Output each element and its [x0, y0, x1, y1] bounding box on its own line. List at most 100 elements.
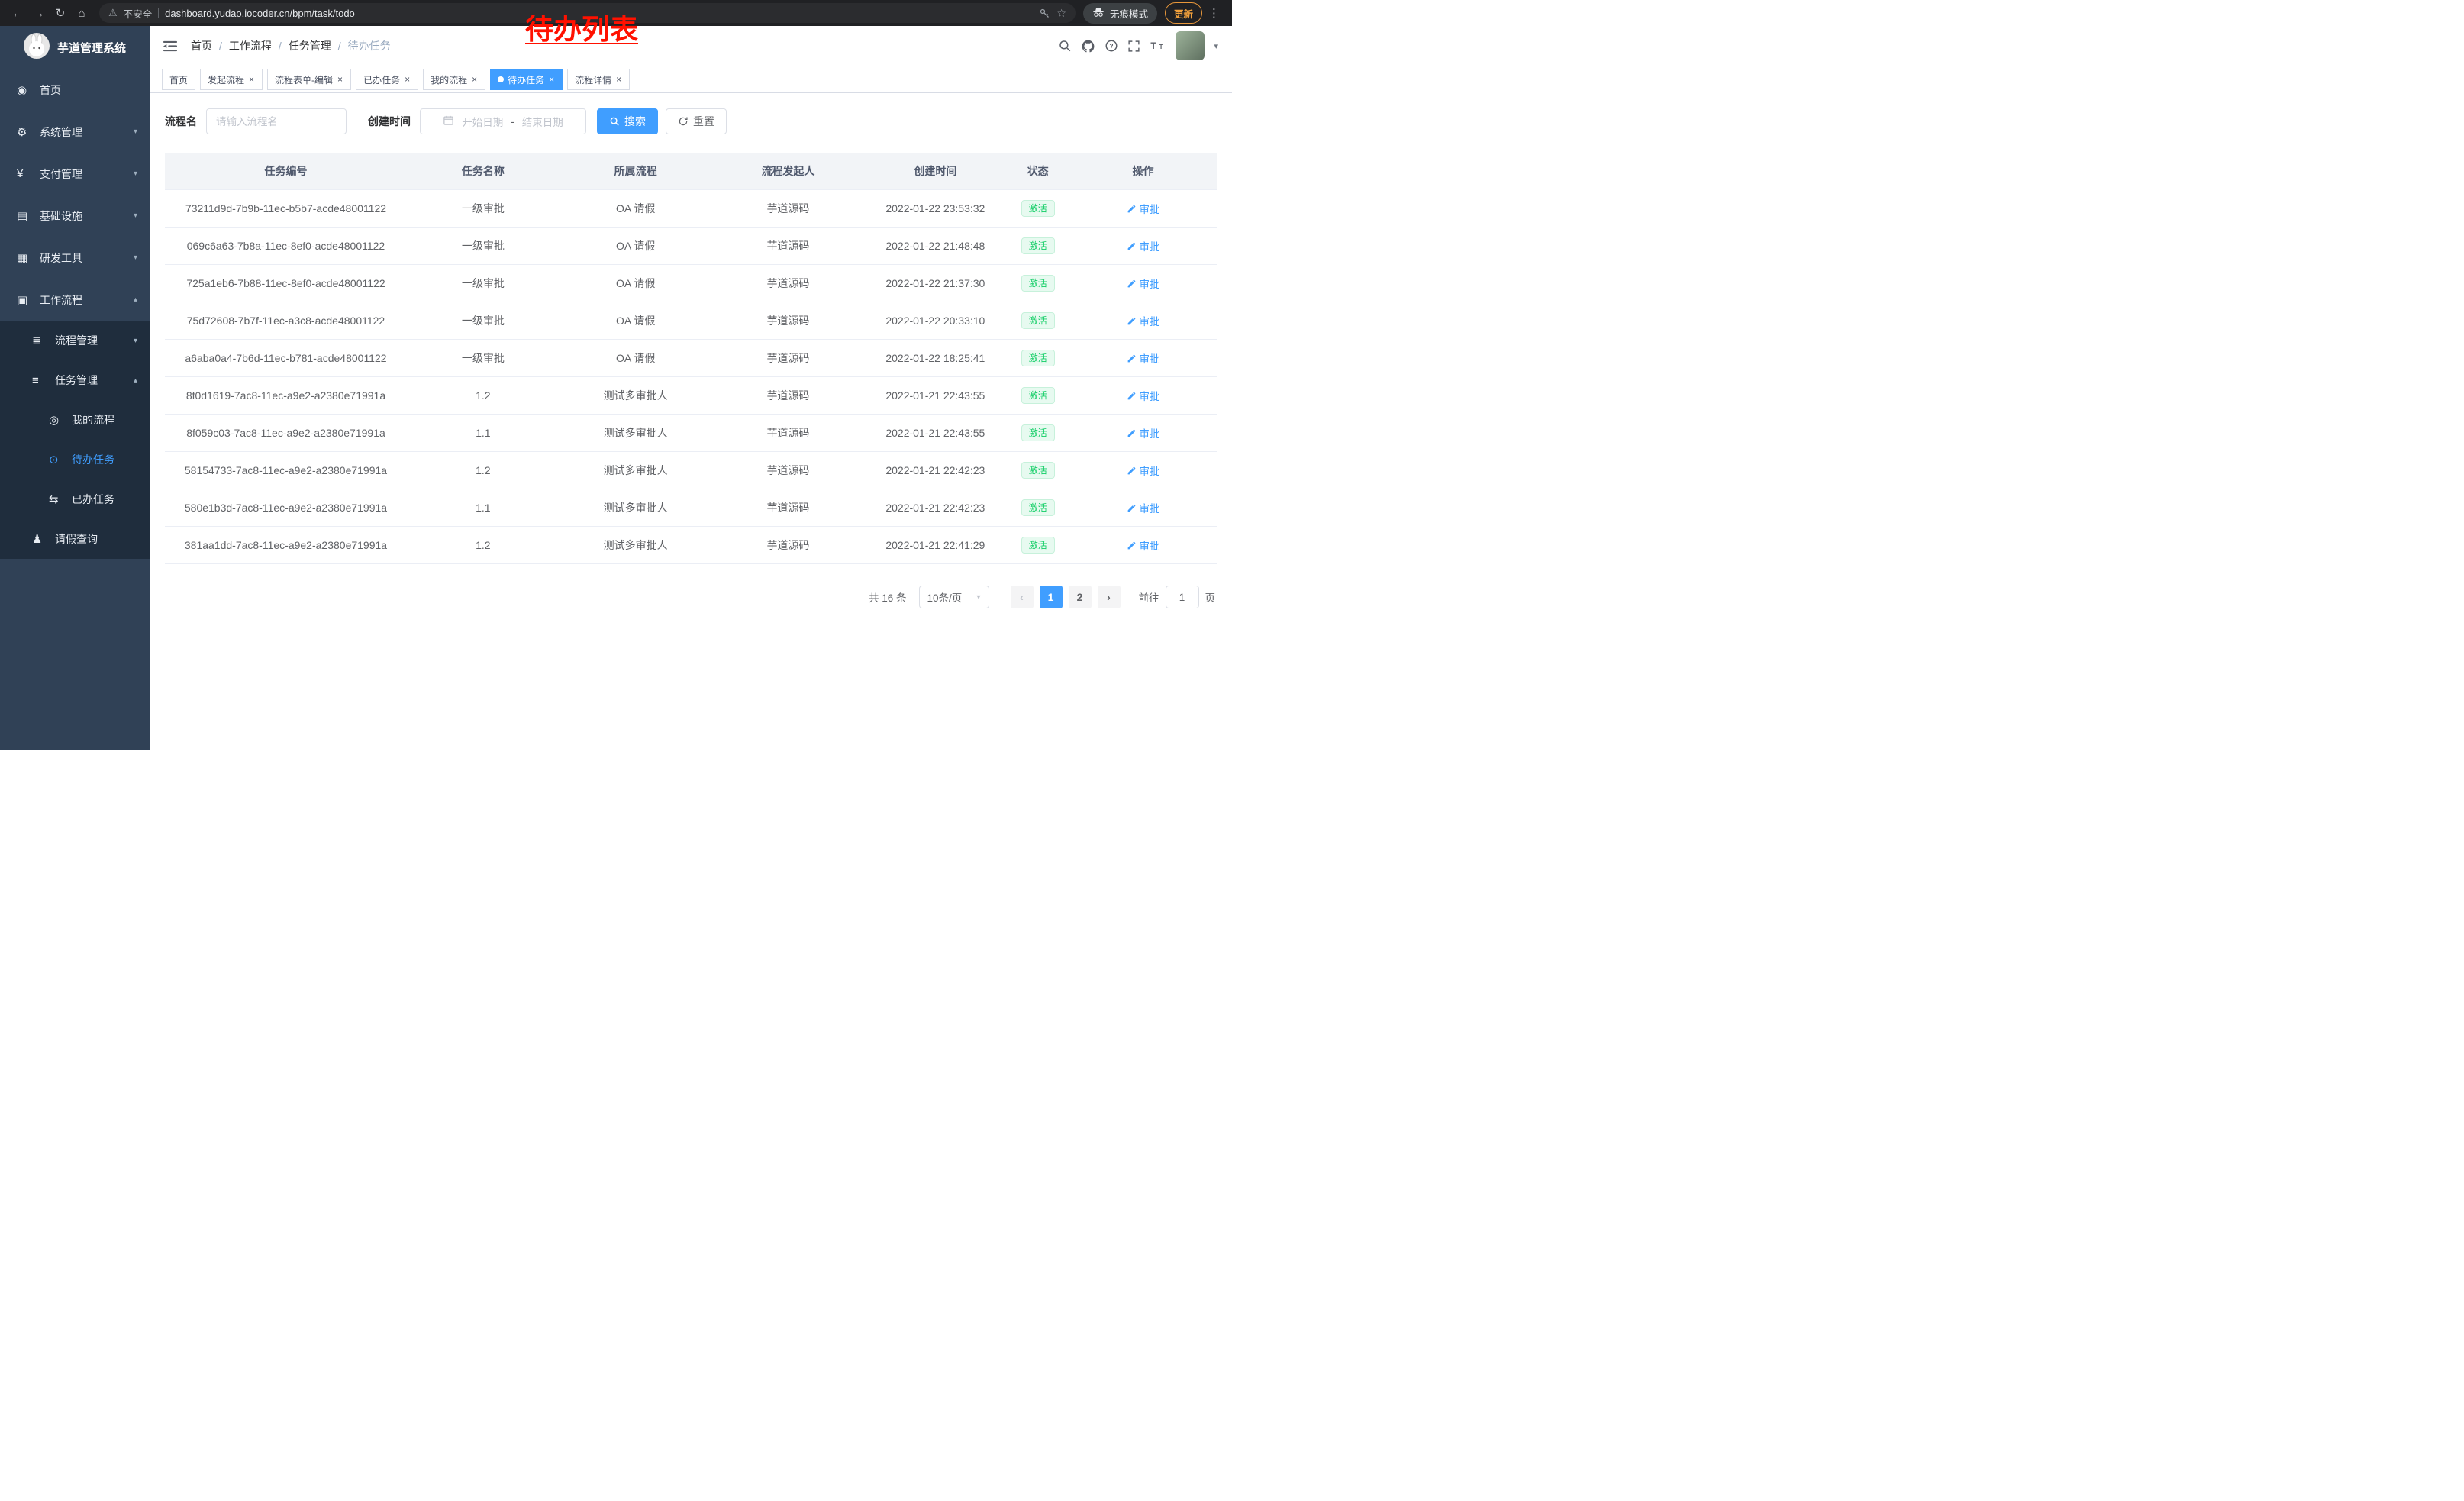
status-badge: 激活: [1021, 424, 1055, 441]
reset-button[interactable]: 重置: [666, 108, 727, 134]
tab-todo-tasks[interactable]: 待办任务 ×: [490, 69, 563, 90]
breadcrumb-task-management[interactable]: 任务管理: [289, 38, 331, 53]
sidebar-item-infrastructure[interactable]: ▤ 基础设施 ▾: [0, 195, 150, 237]
close-icon[interactable]: ×: [404, 75, 411, 84]
svg-text:?: ?: [1110, 43, 1114, 50]
sidebar-item-system[interactable]: ⚙ 系统管理 ▾: [0, 111, 150, 153]
close-icon[interactable]: ×: [471, 75, 478, 84]
sidebar-item-my-processes[interactable]: ◎ 我的流程: [0, 400, 150, 440]
tab-form-edit[interactable]: 流程表单-编辑 ×: [267, 69, 351, 90]
sidebar-item-done-tasks[interactable]: ⇆ 已办任务: [0, 479, 150, 519]
approve-link[interactable]: 审批: [1127, 463, 1160, 478]
sidebar-item-home[interactable]: ◉ 首页: [0, 69, 150, 111]
sidebar-item-label: 工作流程: [40, 292, 134, 308]
next-page-button[interactable]: ›: [1098, 586, 1121, 608]
sidebar-item-task-management[interactable]: ≡ 任务管理 ▴: [0, 360, 150, 400]
close-icon[interactable]: ×: [615, 75, 622, 84]
forward-icon[interactable]: →: [29, 3, 49, 23]
date-range-picker[interactable]: 开始日期 - 结束日期: [420, 108, 586, 134]
approve-link[interactable]: 审批: [1127, 201, 1160, 216]
approve-link[interactable]: 审批: [1127, 276, 1160, 291]
close-icon[interactable]: ×: [248, 75, 255, 84]
back-icon[interactable]: ←: [8, 3, 27, 23]
security-label[interactable]: 不安全: [124, 6, 153, 21]
sidebar-item-workflow[interactable]: ▣ 工作流程 ▴: [0, 279, 150, 321]
approve-link[interactable]: 审批: [1127, 238, 1160, 253]
sidebar-item-label: 研发工具: [40, 250, 134, 266]
process: 测试多审批人: [560, 527, 712, 564]
help-icon[interactable]: ?: [1105, 39, 1118, 53]
process: 测试多审批人: [560, 452, 712, 489]
prev-page-button[interactable]: ‹: [1011, 586, 1034, 608]
breadcrumb-workflow[interactable]: 工作流程: [229, 38, 272, 53]
approve-link[interactable]: 审批: [1127, 537, 1160, 553]
tab-start-process[interactable]: 发起流程 ×: [200, 69, 263, 90]
initiator: 芋道源码: [712, 340, 865, 377]
tab-label: 发起流程: [208, 73, 244, 86]
initiator: 芋道源码: [712, 190, 865, 228]
sidebar-item-devtools[interactable]: ▦ 研发工具 ▾: [0, 237, 150, 279]
sidebar-item-todo-tasks[interactable]: ⊙ 待办任务: [0, 440, 150, 479]
app-logo-row[interactable]: 芋道管理系统: [0, 26, 150, 69]
browser-menu-icon[interactable]: ⋮: [1204, 6, 1224, 20]
page-button-2[interactable]: 2: [1069, 586, 1092, 608]
tab-my-processes[interactable]: 我的流程 ×: [423, 69, 485, 90]
url-text[interactable]: dashboard.yudao.iocoder.cn/bpm/task/todo: [165, 8, 355, 19]
create-time-label: 创建时间: [368, 114, 411, 129]
approve-link[interactable]: 审批: [1127, 388, 1160, 403]
goto-page-input[interactable]: [1166, 586, 1199, 608]
initiator: 芋道源码: [712, 489, 865, 527]
close-icon[interactable]: ×: [548, 75, 555, 84]
approve-link[interactable]: 审批: [1127, 350, 1160, 366]
process: OA 请假: [560, 228, 712, 265]
breadcrumb-home[interactable]: 首页: [191, 38, 212, 53]
process: 测试多审批人: [560, 489, 712, 527]
create-time: 2022-01-22 23:53:32: [864, 190, 1006, 228]
chevron-down-icon: ▾: [134, 253, 137, 262]
process-name-input[interactable]: [206, 108, 347, 134]
page-size-value: 10条/页: [927, 589, 963, 605]
bookmark-star-icon[interactable]: ☆: [1056, 7, 1066, 20]
omnibox-divider: [158, 8, 159, 18]
update-button[interactable]: 更新: [1165, 2, 1202, 24]
sidebar-item-label: 基础设施: [40, 208, 134, 224]
sidebar-item-process-management[interactable]: ≣ 流程管理 ▾: [0, 321, 150, 360]
font-size-icon[interactable]: TT: [1150, 40, 1166, 52]
initiator: 芋道源码: [712, 415, 865, 452]
tab-label: 待办任务: [508, 73, 544, 86]
task-id: 75d72608-7b7f-11ec-a3c8-acde48001122: [165, 302, 407, 340]
password-key-icon[interactable]: [1039, 8, 1050, 19]
fullscreen-icon[interactable]: [1127, 40, 1140, 53]
page-size-select[interactable]: 10条/页 ▾: [919, 586, 989, 608]
clipboard-icon: ▣: [17, 293, 35, 307]
process: OA 请假: [560, 302, 712, 340]
avatar-caret-icon[interactable]: ▾: [1214, 41, 1218, 51]
process: OA 请假: [560, 190, 712, 228]
home-icon[interactable]: ⌂: [72, 3, 92, 23]
approve-link[interactable]: 审批: [1127, 500, 1160, 515]
table-row: 58154733-7ac8-11ec-a9e2-a2380e71991a 1.2…: [165, 452, 1217, 489]
tab-process-detail[interactable]: 流程详情 ×: [567, 69, 630, 90]
status-badge: 激活: [1021, 387, 1055, 404]
reload-icon[interactable]: ↻: [50, 3, 70, 23]
security-warning-icon[interactable]: ⚠: [108, 7, 118, 19]
search-icon[interactable]: [1058, 39, 1072, 53]
breadcrumb-separator: /: [219, 40, 222, 52]
user-avatar[interactable]: [1176, 31, 1205, 60]
page-button-1[interactable]: 1: [1040, 586, 1063, 608]
search-button[interactable]: 搜索: [597, 108, 658, 134]
close-icon[interactable]: ×: [337, 75, 343, 84]
sidebar-item-leave-query[interactable]: ♟ 请假查询: [0, 519, 150, 559]
create-time: 2022-01-22 21:48:48: [864, 228, 1006, 265]
github-icon[interactable]: [1081, 39, 1095, 53]
approve-link[interactable]: 审批: [1127, 425, 1160, 441]
tab-home[interactable]: 首页: [162, 69, 195, 90]
tab-done-tasks[interactable]: 已办任务 ×: [356, 69, 418, 90]
hamburger-icon[interactable]: [163, 40, 177, 52]
approve-link[interactable]: 审批: [1127, 313, 1160, 328]
update-label: 更新: [1174, 6, 1193, 21]
table-row: 73211d9d-7b9b-11ec-b5b7-acde48001122 一级审…: [165, 190, 1217, 228]
task-id: 58154733-7ac8-11ec-a9e2-a2380e71991a: [165, 452, 407, 489]
sidebar-item-label: 我的流程: [72, 412, 150, 428]
sidebar-item-payment[interactable]: ¥ 支付管理 ▾: [0, 153, 150, 195]
